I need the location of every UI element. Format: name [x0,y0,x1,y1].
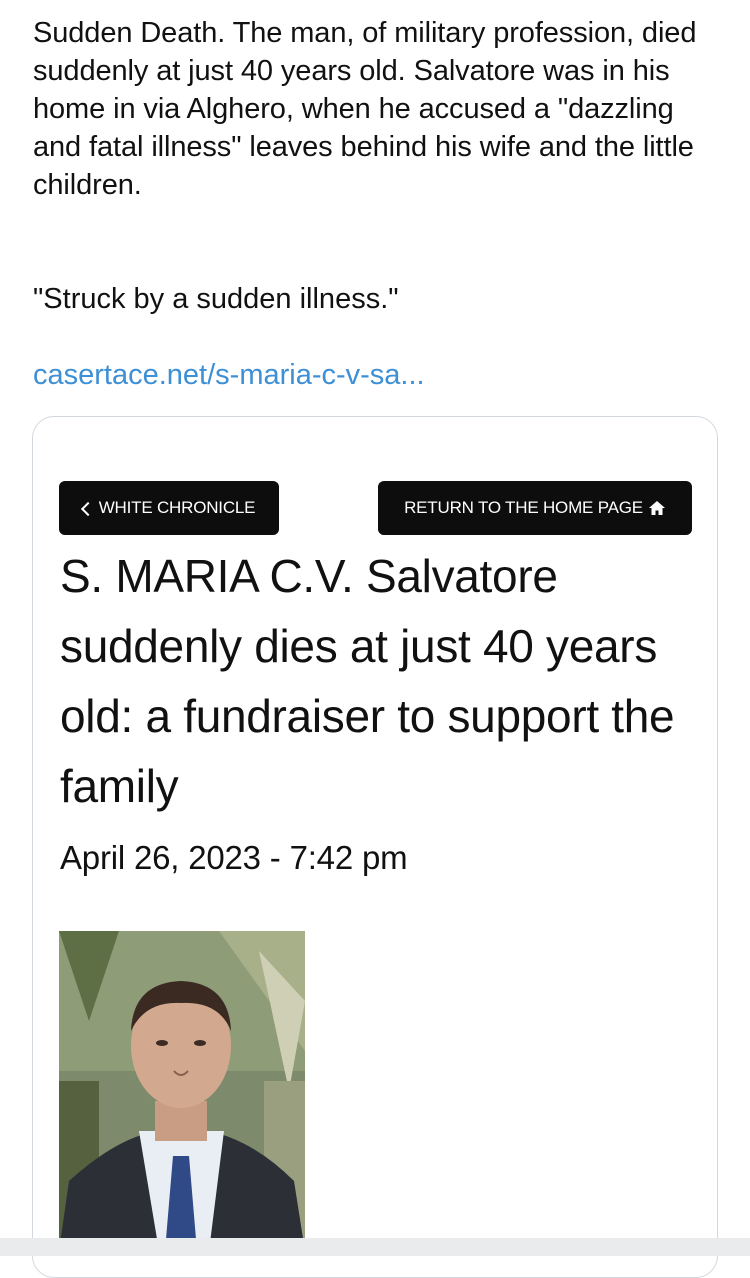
article-headline: S. MARIA C.V. Salvatore suddenly dies at… [60,550,675,812]
man-portrait-image [59,931,305,1251]
link-preview-card[interactable]: WHITE CHRONICLE RETURN TO THE HOME PAGE … [32,416,718,1278]
post-body-text: Sudden Death. The man, of military profe… [33,17,697,201]
post-quote: "Struck by a sudden illness." [33,283,399,315]
return-home-label: RETURN TO THE HOME PAGE [404,498,643,517]
article-photo [59,931,305,1251]
chevron-left-icon [80,501,95,516]
bottom-edge [0,1238,750,1256]
article-link[interactable]: casertace.net/s-maria-c-v-sa... [33,356,425,394]
post-body: Sudden Death. The man, of military profe… [33,14,723,204]
white-chronicle-button[interactable]: WHITE CHRONICLE [59,481,279,535]
home-icon [648,501,665,515]
white-chronicle-label: WHITE CHRONICLE [98,498,256,517]
article-date: April 26, 2023 - 7:42 pm [60,839,408,876]
return-home-button[interactable]: RETURN TO THE HOME PAGE [378,481,692,535]
